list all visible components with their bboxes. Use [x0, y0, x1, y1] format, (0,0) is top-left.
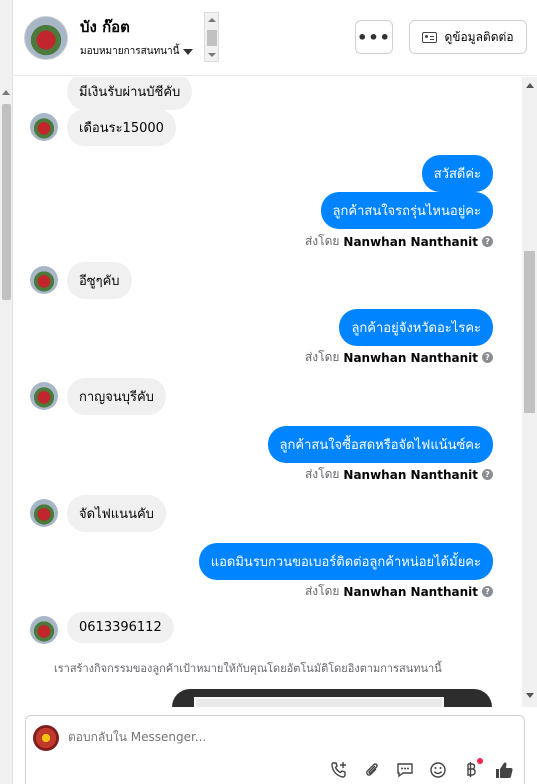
notification-dot — [477, 758, 483, 764]
outgoing-message[interactable]: สวัสดีค่ะ — [421, 155, 493, 192]
scroll-down-arrow-icon[interactable] — [208, 53, 216, 57]
sender-name: Nanwhan Nanthanit — [343, 234, 478, 249]
sent-by-row: ส่งโดย Nanwhan Nanthanit ? — [14, 465, 523, 484]
message-row: ลูกค้าสนใจซื้อสดหรือจัดไฟแน้นซ์คะ — [14, 426, 523, 463]
help-icon[interactable]: ? — [482, 586, 493, 597]
help-icon[interactable]: ? — [482, 469, 493, 480]
outgoing-message[interactable]: ลูกค้าอยู่จังหวัดอะไรคะ — [339, 309, 493, 346]
contact-avatar-small[interactable] — [30, 113, 58, 141]
outgoing-message[interactable]: แอดมินรบกวนขอเบอร์ติดต่อลูกค้าหน่อยได้มั… — [198, 543, 493, 580]
phone-plus-icon[interactable] — [329, 760, 349, 780]
chat-bubble-icon[interactable] — [395, 760, 415, 780]
contact-card-icon — [422, 31, 438, 43]
assign-conversation-dropdown[interactable]: มอบหมายการสนทนานี้ — [80, 44, 194, 59]
contact-name[interactable]: บัง ก๊อต — [80, 15, 130, 39]
sent-by-prefix: ส่งโดย — [304, 467, 340, 481]
sent-by-row: ส่งโดย Nanwhan Nanthanit ? — [14, 232, 523, 251]
reply-input[interactable] — [68, 730, 368, 744]
conversation-header: บัง ก๊อต มอบหมายการสนทนานี้ ••• ดูข้อมูล… — [14, 0, 537, 76]
sent-by-prefix: ส่งโดย — [304, 350, 340, 364]
reply-composer — [25, 715, 525, 784]
incoming-message[interactable]: เดือนระ15000 — [67, 109, 176, 146]
sent-by-prefix: ส่งโดย — [304, 234, 340, 248]
page-avatar — [33, 725, 59, 751]
sent-by-row: ส่งโดย Nanwhan Nanthanit ? — [14, 348, 523, 367]
message-row: แอดมินรบกวนขอเบอร์ติดต่อลูกค้าหน่อยได้มั… — [14, 543, 523, 580]
message-row: อีซูๆคับ — [14, 262, 523, 299]
message-thread[interactable]: มีเงินรับผ่านบัชีคับ เดือนระ15000 สวัสดี… — [14, 77, 523, 707]
incoming-message[interactable]: จัดไฟแนนคับ — [67, 495, 166, 532]
attachment-image[interactable] — [194, 697, 444, 707]
thumbs-up-icon[interactable] — [494, 760, 514, 780]
outer-scrollbar-thumb[interactable] — [2, 104, 11, 300]
sent-by-label: ส่งโดย Nanwhan Nanthanit ? — [305, 465, 493, 484]
outgoing-message[interactable]: ลูกค้าสนใจรถรุ่นไหนอยู่คะ — [320, 192, 493, 229]
media-attachment[interactable] — [172, 689, 492, 707]
header-scrollbar-thumb[interactable] — [207, 30, 217, 46]
incoming-message[interactable]: กาญจนบุรีคับ — [67, 378, 166, 415]
message-row: มีเงินรับผ่านบัชีคับ — [14, 77, 523, 110]
help-icon[interactable]: ? — [482, 236, 493, 247]
incoming-message[interactable]: 0613396112 — [67, 612, 174, 643]
message-row: กาญจนบุรีคับ — [14, 378, 523, 415]
contact-avatar[interactable] — [24, 16, 68, 60]
contact-avatar-small[interactable] — [30, 266, 58, 294]
assign-label: มอบหมายการสนทนานี้ — [80, 46, 180, 57]
sender-name: Nanwhan Nanthanit — [343, 350, 478, 365]
view-contact-info-button[interactable]: ดูข้อมูลติดต่อ — [409, 20, 527, 54]
contact-avatar-small[interactable] — [30, 382, 58, 410]
thread-scrollbar-thumb[interactable] — [524, 251, 535, 413]
sender-name: Nanwhan Nanthanit — [343, 467, 478, 482]
message-row: จัดไฟแนนคับ — [14, 495, 523, 532]
incoming-message[interactable]: มีเงินรับผ่านบัชีคับ — [67, 77, 193, 110]
paperclip-icon[interactable] — [362, 760, 382, 780]
caret-down-icon — [183, 48, 194, 55]
baht-icon[interactable] — [461, 758, 483, 780]
scroll-up-arrow-icon[interactable] — [526, 83, 534, 88]
scroll-up-arrow-icon[interactable] — [208, 18, 216, 22]
contact-avatar-small[interactable] — [30, 616, 58, 644]
thread-scrollbar[interactable] — [522, 77, 537, 707]
sent-by-label: ส่งโดย Nanwhan Nanthanit ? — [305, 232, 493, 251]
message-row: สวัสดีค่ะ — [14, 155, 523, 192]
sent-by-label: ส่งโดย Nanwhan Nanthanit ? — [305, 348, 493, 367]
contact-avatar-small[interactable] — [30, 499, 58, 527]
sent-by-prefix: ส่งโดย — [304, 584, 340, 598]
sent-by-row: ส่งโดย Nanwhan Nanthanit ? — [14, 582, 523, 601]
composer-toolbar — [329, 758, 514, 780]
message-row: เดือนระ15000 — [14, 109, 523, 146]
header-mini-scrollbar[interactable] — [204, 12, 219, 62]
message-row: 0613396112 — [14, 612, 523, 648]
scroll-down-arrow-icon[interactable] — [526, 693, 534, 698]
auto-activity-notice: เราสร้างกิจกรรมของลูกค้าเป้าหมายให้กับคุ… — [54, 662, 442, 675]
help-icon[interactable]: ? — [482, 352, 493, 363]
message-row: ลูกค้าอยู่จังหวัดอะไรคะ — [14, 309, 523, 346]
outer-scrollbar[interactable] — [0, 0, 13, 784]
message-row: ลูกค้าสนใจรถรุ่นไหนอยู่คะ — [14, 192, 523, 229]
sent-by-label: ส่งโดย Nanwhan Nanthanit ? — [305, 582, 493, 601]
outgoing-message[interactable]: ลูกค้าสนใจซื้อสดหรือจัดไฟแน้นซ์คะ — [267, 426, 493, 463]
incoming-message[interactable]: อีซูๆคับ — [67, 262, 132, 299]
smile-icon[interactable] — [428, 760, 448, 780]
more-options-button[interactable]: ••• — [355, 20, 393, 54]
messenger-chat-window: บัง ก๊อต มอบหมายการสนทนานี้ ••• ดูข้อมูล… — [0, 0, 537, 784]
scroll-up-arrow-icon[interactable] — [2, 90, 10, 95]
view-contact-info-label: ดูข้อมูลติดต่อ — [444, 29, 514, 44]
more-dots-icon: ••• — [357, 27, 391, 47]
sender-name: Nanwhan Nanthanit — [343, 584, 478, 599]
